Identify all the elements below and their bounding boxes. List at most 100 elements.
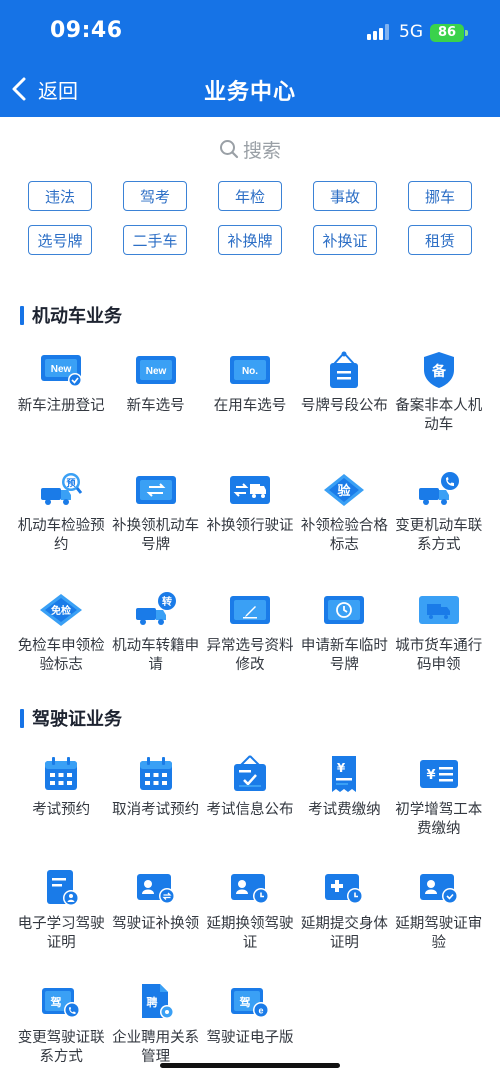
tag-accident[interactable]: 事故 <box>313 181 377 211</box>
service-item[interactable]: 考试信息公布 <box>203 754 297 839</box>
service-item[interactable]: 聘 企业聘用关系管理 <box>108 982 202 1067</box>
service-item[interactable]: 申请新车临时号牌 <box>297 590 391 675</box>
medical-clock-icon <box>325 874 364 904</box>
cellular-signal-icon <box>367 24 389 40</box>
service-item[interactable]: New 新车选号 <box>108 350 202 435</box>
network-type: 5G <box>399 22 423 42</box>
service-item[interactable]: No. 在用车选号 <box>203 350 297 435</box>
inspection-badge-icon: 验 <box>324 474 365 506</box>
service-label: 备案非本人机动车 <box>395 398 483 433</box>
section-title-vehicle: 机动车业务 <box>20 302 122 328</box>
tag-annual-inspection[interactable]: 年检 <box>218 181 282 211</box>
icon-glyph: New <box>51 364 72 375</box>
section-accent-bar <box>20 305 24 325</box>
cargo-truck-icon <box>418 596 459 624</box>
tag-used-car[interactable]: 二手车 <box>123 225 187 255</box>
service-item[interactable]: 免检 免检车申领检验标志 <box>14 590 108 675</box>
icon-glyph: e <box>258 1006 263 1016</box>
id-card-check-icon <box>419 874 458 904</box>
service-item[interactable]: 变更机动车联系方式 <box>392 470 486 555</box>
service-label: 补领检验合格标志 <box>300 518 388 553</box>
license-phone-icon: 驾 <box>42 988 81 1018</box>
tag-driving-test[interactable]: 驾考 <box>123 181 187 211</box>
service-item[interactable]: ¥ 考试费缴纳 <box>297 754 391 839</box>
yen-receipt-icon: ¥ <box>332 756 357 792</box>
service-label: 在用车选号 <box>213 398 287 414</box>
service-item[interactable]: 考试预约 <box>14 754 108 839</box>
service-label: 延期提交身体证明 <box>300 916 388 951</box>
icon-glyph: 备 <box>431 363 447 380</box>
service-label: 考试费缴纳 <box>308 802 381 818</box>
tag-select-plate[interactable]: 选号牌 <box>28 225 92 255</box>
service-item[interactable]: 驾 变更驾驶证联系方式 <box>14 982 108 1067</box>
service-label: 延期换领驾驶证 <box>206 916 294 951</box>
service-item[interactable]: 驾e 驾驶证电子版 <box>203 982 297 1067</box>
icon-glyph: ¥ <box>337 761 346 775</box>
service-item[interactable]: 验 补领检验合格标志 <box>297 470 391 555</box>
service-item[interactable]: 取消考试预约 <box>108 754 202 839</box>
new-plate-icon: New <box>135 356 176 384</box>
service-item[interactable]: 预 机动车检验预约 <box>14 470 108 555</box>
service-item[interactable]: 电子学习驾驶证明 <box>14 868 108 953</box>
quick-tag-row: 违法 驾考 年检 事故 挪车 <box>28 181 472 211</box>
home-indicator[interactable] <box>160 1063 340 1068</box>
license-services-grid: 考试预约 取消考试预约 考试信息公布 ¥ 考试费缴纳 ¥ 初学增驾工本费缴纳 电… <box>14 754 486 1067</box>
service-label: 驾驶证补换领 <box>112 916 200 932</box>
section-title-text: 驾驶证业务 <box>32 709 122 730</box>
id-card-exchange-icon <box>136 874 175 904</box>
search-placeholder: 搜索 <box>242 139 281 162</box>
license-truck-icon <box>229 476 270 504</box>
e-license-icon: 驾e <box>230 988 269 1018</box>
service-item[interactable]: ¥ 初学增驾工本费缴纳 <box>392 754 486 839</box>
tag-violation[interactable]: 违法 <box>28 181 92 211</box>
service-item[interactable]: 备 备案非本人机动车 <box>392 350 486 435</box>
service-item[interactable]: 号牌号段公布 <box>297 350 391 435</box>
icon-glyph: New <box>145 366 166 377</box>
service-item[interactable]: 城市货车通行码申领 <box>392 590 486 675</box>
app-header: 09:46 5G 86 返回 业务中心 <box>0 0 500 117</box>
icon-glyph: 预 <box>67 478 76 489</box>
service-label: 延期驾驶证审验 <box>395 916 483 951</box>
truck-inspection-icon: 预 <box>41 473 83 505</box>
service-item[interactable]: 驾驶证补换领 <box>108 868 202 953</box>
service-label: 电子学习驾驶证明 <box>17 916 105 951</box>
service-item[interactable]: New 新车注册登记 <box>14 350 108 435</box>
icon-glyph: 驾 <box>50 995 62 1009</box>
status-time: 09:46 <box>50 18 123 43</box>
temporary-plate-icon <box>324 596 365 624</box>
hanging-sign-icon <box>330 351 359 388</box>
service-item[interactable]: 延期提交身体证明 <box>297 868 391 953</box>
new-plate-check-icon: New <box>41 355 83 387</box>
icon-glyph: 免检 <box>51 604 71 617</box>
service-label: 补换领行驶证 <box>206 518 294 534</box>
service-item[interactable]: 延期驾驶证审验 <box>392 868 486 953</box>
battery-level: 86 <box>437 25 457 40</box>
service-label: 取消考试预约 <box>112 802 200 818</box>
document-user-icon <box>47 870 80 906</box>
tag-replace-license[interactable]: 补换证 <box>313 225 377 255</box>
service-item[interactable]: 异常选号资料修改 <box>203 590 297 675</box>
tag-replace-plate[interactable]: 补换牌 <box>218 225 282 255</box>
tag-move-car[interactable]: 挪车 <box>408 181 472 211</box>
exempt-badge-icon: 免检 <box>40 594 83 626</box>
service-label: 变更机动车联系方式 <box>395 518 483 553</box>
service-item[interactable]: 转 机动车转籍申请 <box>108 590 202 675</box>
icon-glyph: No. <box>242 366 258 377</box>
section-title-text: 机动车业务 <box>32 306 122 327</box>
truck-phone-icon <box>418 472 459 505</box>
service-label: 异常选号资料修改 <box>206 638 294 673</box>
service-label: 免检车申领检验标志 <box>17 638 105 673</box>
tag-rental[interactable]: 租赁 <box>408 225 472 255</box>
hire-document-icon: 聘 <box>141 984 174 1019</box>
icon-glyph: ¥ <box>426 768 435 783</box>
service-label: 补换领机动车号牌 <box>112 518 200 553</box>
service-label: 新车选号 <box>126 398 185 414</box>
truck-transfer-icon: 转 <box>135 592 176 625</box>
section-accent-bar <box>20 708 24 728</box>
service-item[interactable]: 补换领机动车号牌 <box>108 470 202 555</box>
quick-tag-row: 选号牌 二手车 补换牌 补换证 租赁 <box>28 225 472 255</box>
service-item[interactable]: 补换领行驶证 <box>203 470 297 555</box>
icon-glyph: 转 <box>162 595 172 608</box>
search-input[interactable]: 搜索 <box>0 136 500 162</box>
service-item[interactable]: 延期换领驾驶证 <box>203 868 297 953</box>
